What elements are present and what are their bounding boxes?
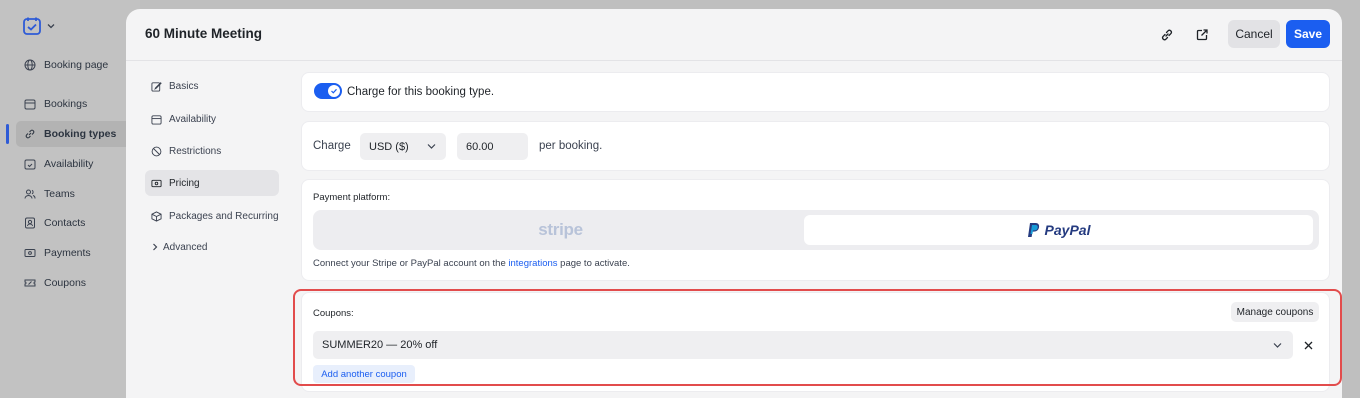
payment-note: Connect your Stripe or PayPal account on… — [313, 258, 630, 269]
app-logo[interactable] — [22, 16, 56, 36]
tab-label: Advanced — [163, 241, 208, 253]
chevron-down-icon — [1273, 343, 1282, 348]
calendar-icon — [151, 114, 162, 125]
amount-value: 60.00 — [466, 140, 494, 153]
paypal-logo-icon — [1027, 223, 1039, 237]
paypal-option[interactable]: PayPal — [804, 215, 1313, 245]
tab-restrictions[interactable]: Restrictions — [145, 138, 279, 164]
cancel-button[interactable]: Cancel — [1228, 20, 1280, 48]
payment-platform-selector: stripe PayPal — [313, 210, 1319, 250]
remove-coupon-icon[interactable] — [1302, 339, 1314, 351]
chevron-right-icon — [153, 243, 158, 251]
sidebar-item-coupons[interactable]: Coupons — [16, 270, 132, 296]
tab-label: Availability — [169, 113, 217, 125]
sidebar-item-label: Booking types — [44, 128, 117, 140]
toggle-knob — [328, 85, 340, 97]
sidebar-item-payments[interactable]: Payments — [16, 240, 132, 266]
sidebar-item-label: Contacts — [44, 217, 86, 229]
contact-icon — [25, 217, 35, 229]
users-icon — [24, 189, 36, 199]
stripe-option[interactable]: stripe — [318, 215, 803, 245]
sidebar-item-label: Payments — [44, 247, 91, 259]
tab-basics[interactable]: Basics — [145, 73, 279, 99]
active-indicator — [6, 124, 9, 144]
manage-coupons-button[interactable]: Manage coupons — [1231, 302, 1319, 322]
sidebar-item-label: Availability — [44, 158, 94, 170]
charge-label: Charge — [313, 140, 351, 152]
amount-input[interactable]: 60.00 — [457, 133, 528, 160]
check-icon — [331, 88, 337, 94]
copy-link-icon[interactable] — [1157, 25, 1177, 45]
payment-icon — [24, 249, 36, 257]
price-tag-icon — [151, 179, 162, 187]
ban-icon — [151, 146, 162, 156]
sidebar-item-booking-types[interactable]: Booking types — [16, 121, 132, 147]
sidebar-item-label: Teams — [44, 188, 75, 200]
tab-pricing[interactable]: Pricing — [145, 170, 279, 196]
sidebar-item-label: Bookings — [44, 98, 88, 110]
page-title: 60 Minute Meeting — [145, 26, 263, 41]
package-icon — [151, 210, 162, 222]
tab-label: Basics — [169, 80, 199, 92]
charge-toggle-label: Charge for this booking type. — [347, 86, 495, 98]
globe-icon — [24, 59, 36, 71]
coupon-select[interactable]: SUMMER20 — 20% off — [313, 331, 1293, 359]
paypal-logo: PayPal — [1044, 222, 1091, 238]
charge-toggle[interactable] — [314, 83, 342, 99]
sidebar-item-availability[interactable]: Availability — [16, 151, 132, 177]
tab-packages[interactable]: Packages and Recurring — [145, 203, 279, 229]
booking-type-modal: 60 Minute Meeting Cancel Save Basics Ava… — [126, 9, 1342, 398]
tab-advanced[interactable]: Advanced — [145, 234, 279, 260]
app-sidebar: Booking page Bookings Booking types Avai… — [0, 0, 140, 398]
coupon-value: SUMMER20 — 20% off — [322, 339, 438, 351]
sidebar-item-label: Coupons — [44, 277, 87, 289]
stripe-logo: stripe — [538, 220, 583, 239]
tab-label: Restrictions — [169, 145, 222, 157]
chevron-down-icon — [47, 24, 55, 29]
sidebar-item-contacts[interactable]: Contacts — [16, 210, 132, 236]
calendar-check-icon — [24, 159, 36, 170]
sidebar-item-booking-page[interactable]: Booking page — [16, 52, 132, 78]
edit-icon — [151, 81, 162, 92]
sidebar-item-bookings[interactable]: Bookings — [16, 91, 132, 117]
add-coupon-button[interactable]: Add another coupon — [313, 365, 415, 383]
calendar-logo-icon — [23, 17, 41, 35]
integrations-link[interactable]: integrations — [508, 258, 557, 269]
open-external-icon[interactable] — [1192, 25, 1212, 45]
payment-note-prefix: Connect your Stripe or PayPal account on… — [313, 258, 509, 269]
tab-availability[interactable]: Availability — [145, 106, 279, 132]
modal-header: 60 Minute Meeting Cancel Save — [126, 9, 1342, 61]
tab-label: Packages and Recurring — [169, 210, 279, 222]
sidebar-item-teams[interactable]: Teams — [16, 181, 132, 207]
charge-card: Charge USD ($) 60.00 per booking. — [301, 121, 1330, 171]
chevron-down-icon — [427, 144, 436, 149]
tab-label: Pricing — [169, 177, 200, 189]
coupons-card: Coupons: Manage coupons SUMMER20 — 20% o… — [301, 292, 1330, 392]
link-icon — [25, 129, 35, 139]
sidebar-item-label: Booking page — [44, 59, 109, 71]
payment-platform-card: Payment platform: stripe PayPal Connect … — [301, 179, 1330, 281]
save-button[interactable]: Save — [1286, 20, 1330, 48]
per-booking-label: per booking. — [539, 140, 603, 152]
currency-value: USD ($) — [369, 140, 409, 153]
charge-toggle-card: Charge for this booking type. — [301, 72, 1330, 112]
payment-note-suffix: page to activate. — [557, 258, 630, 269]
coupons-label: Coupons: — [313, 308, 354, 319]
calendar-icon — [24, 99, 36, 110]
coupon-icon — [24, 279, 36, 287]
payment-platform-label: Payment platform: — [313, 192, 391, 203]
currency-select[interactable]: USD ($) — [360, 133, 446, 160]
